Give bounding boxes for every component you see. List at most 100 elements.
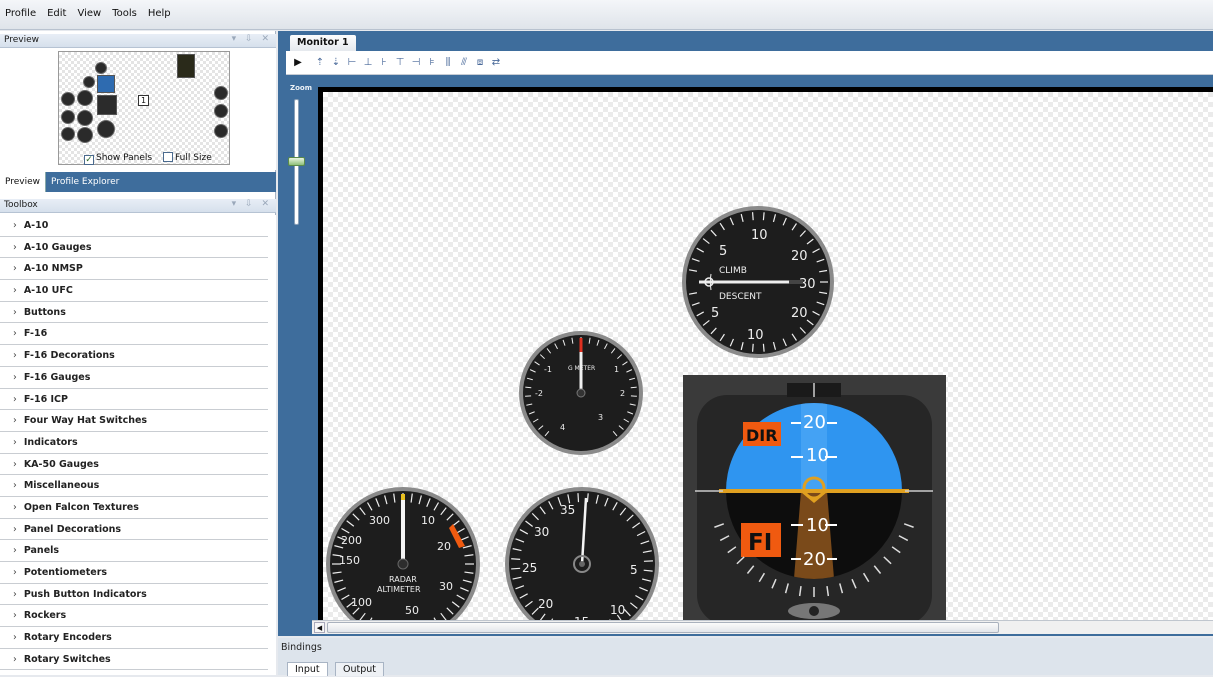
toolbox-item[interactable]: ›F-16 Decorations: [0, 345, 268, 367]
airspeed-number: 30: [534, 525, 549, 539]
toolbox-item[interactable]: ›Four Way Hat Switches: [0, 410, 268, 432]
tab-monitor-1[interactable]: Monitor 1: [290, 35, 356, 51]
toolbox-item[interactable]: ›A-10: [0, 215, 268, 237]
distribute-horizontal-icon[interactable]: ⫼: [442, 56, 454, 69]
tab-output[interactable]: Output: [335, 662, 384, 676]
toolbox-item-label: KA-50 Gauges: [24, 459, 99, 470]
toolbox-list: ›A-10›A-10 Gauges›A-10 NMSP›A-10 UFC›But…: [0, 215, 276, 675]
toolbox-item[interactable]: ›Buttons: [0, 302, 268, 324]
toolbox-item[interactable]: ›Miscellaneous: [0, 475, 268, 497]
menu-bar: ProfileEditViewToolsHelp: [0, 0, 1213, 30]
align-right-icon[interactable]: ⊣: [410, 56, 422, 69]
airspeed-gauge[interactable]: 35 30 25 20 15 10 5: [504, 486, 660, 620]
tab-preview[interactable]: Preview: [0, 172, 46, 192]
monitor-canvas[interactable]: 10 5 20 30 5 20 10 CLIMB DESCENT G: [318, 87, 1213, 620]
radar-number: 30: [439, 580, 453, 593]
align-bottom-icon[interactable]: ⊥: [362, 56, 374, 69]
radar-altimeter-gauge[interactable]: 300 10 200 20 150 100 50 30 RADAR ALTIME…: [325, 486, 481, 620]
mini-panel: [177, 54, 195, 78]
toolbox-item[interactable]: › Panel Decorations: [0, 519, 268, 541]
swap-icon[interactable]: ⇄: [490, 56, 502, 69]
show-panels-checkbox[interactable]: ✓: [84, 155, 94, 165]
tab-input[interactable]: Input: [287, 662, 328, 676]
toolbox-item[interactable]: ›F-16: [0, 323, 268, 345]
chevron-right-icon: ›: [13, 562, 17, 583]
toolbox-item[interactable]: ›Rotary Switches: [0, 649, 268, 671]
g-meter-gauge[interactable]: G METER -1 -2 1 2 4 3: [518, 330, 644, 459]
mini-gauge: [97, 120, 115, 138]
horizontal-scrollbar[interactable]: ◀: [312, 620, 1213, 634]
chevron-right-icon: ›: [13, 605, 17, 626]
toolbox-item-label: Rockers: [24, 610, 66, 621]
chevron-right-icon: ›: [13, 432, 17, 453]
align-left-icon[interactable]: ⊢: [346, 56, 358, 69]
radar-number: 20: [437, 540, 451, 553]
preview-thumbnail[interactable]: 1: [58, 51, 230, 165]
scroll-thumb[interactable]: [327, 622, 999, 633]
vvi-climb-label: CLIMB: [719, 266, 747, 276]
align-middle-icon[interactable]: ⊧: [426, 56, 438, 69]
mini-gauge: [61, 92, 75, 106]
toolbox-item[interactable]: ›Indicators: [0, 432, 268, 454]
toolbox-item[interactable]: ›A-10 NMSP: [0, 258, 268, 280]
toolbox-item-label: A-10 UFC: [24, 285, 73, 296]
chevron-right-icon: ›: [13, 280, 17, 301]
toolbox-item[interactable]: ›F-16 Gauges: [0, 367, 268, 389]
toolbox-item[interactable]: › A-10 UFC: [0, 280, 268, 302]
toolbox-item-label: Panel Decorations: [24, 524, 121, 535]
mini-gauge: [77, 110, 93, 126]
vvi-gauge[interactable]: 10 5 20 30 5 20 10 CLIMB DESCENT: [681, 205, 835, 362]
toolbox-item[interactable]: ›Three Way Toggle Switches: [0, 670, 268, 675]
adi-gauge[interactable]: DIR FI 20 10 10 20: [683, 375, 946, 620]
send-backward-icon[interactable]: ⇣: [330, 56, 342, 69]
toolbox-item[interactable]: ›A-10 Gauges: [0, 237, 268, 259]
adi-dir-label: DIR: [746, 426, 778, 445]
g-meter-number: 1: [614, 365, 619, 374]
adi-fi-label: FI: [748, 530, 772, 556]
menu-edit[interactable]: Edit: [42, 0, 72, 19]
vvi-label: 10: [747, 328, 764, 343]
vvi-descent-label: DESCENT: [719, 292, 762, 302]
toolbox-title: Toolbox: [4, 200, 38, 210]
vvi-label: 5: [719, 244, 727, 259]
menu-tools[interactable]: Tools: [107, 0, 143, 19]
play-icon[interactable]: ▶: [292, 56, 304, 69]
toolbox-item[interactable]: ›F-16 ICP: [0, 389, 268, 411]
preview-header: Preview ▾ ⇩ ✕: [0, 34, 276, 48]
chevron-right-icon: ›: [13, 215, 17, 236]
toolbox-item-label: Panels: [24, 545, 59, 556]
toolbox-item[interactable]: ›Potentiometers: [0, 562, 268, 584]
bring-forward-icon[interactable]: ⇡: [314, 56, 326, 69]
match-size-icon[interactable]: ⧈: [474, 56, 486, 69]
toolbox-item[interactable]: ›Rotary Encoders: [0, 627, 268, 649]
toolbox-item[interactable]: ›KA-50 Gauges: [0, 454, 268, 476]
toolbox-item-label: F-16: [24, 328, 47, 339]
chevron-right-icon: ›: [13, 519, 17, 540]
toolbox-item[interactable]: ›Push Button Indicators: [0, 584, 268, 606]
align-center-icon[interactable]: ⊦: [378, 56, 390, 69]
toolbox-item-label: Open Falcon Textures: [24, 502, 139, 513]
toolbox-item[interactable]: ›Open Falcon Textures: [0, 497, 268, 519]
distribute-vertical-icon[interactable]: ⫻: [458, 56, 470, 69]
editor-toolbar: ▶ ⇡ ⇣ ⊢ ⊥ ⊦ ⊤ ⊣ ⊧ ⫼ ⫻ ⧈ ⇄: [286, 51, 1213, 75]
toolbox-item[interactable]: ›Panels: [0, 540, 268, 562]
tab-profile-explorer[interactable]: Profile Explorer: [46, 172, 124, 192]
align-top-icon[interactable]: ⊤: [394, 56, 406, 69]
menu-help[interactable]: Help: [143, 0, 177, 19]
pane-controls-icon[interactable]: ▾ ⇩ ✕: [232, 199, 272, 209]
toolbox-item-label: Rotary Switches: [24, 654, 111, 665]
monitor-number-badge: 1: [138, 95, 149, 106]
zoom-slider-thumb[interactable]: [288, 157, 305, 166]
toolbox-item-label: Push Button Indicators: [24, 589, 147, 600]
radar-number: 150: [339, 554, 360, 567]
g-meter-number: -1: [544, 365, 552, 374]
airspeed-number: 10: [610, 603, 625, 617]
vvi-label: 20: [791, 306, 808, 321]
vvi-label: 10: [751, 228, 768, 243]
pane-controls-icon[interactable]: ▾ ⇩ ✕: [232, 34, 272, 44]
menu-profile[interactable]: Profile: [0, 0, 42, 19]
scroll-left-arrow-icon[interactable]: ◀: [314, 622, 325, 633]
menu-view[interactable]: View: [72, 0, 107, 19]
full-size-checkbox[interactable]: [163, 152, 173, 162]
toolbox-item[interactable]: › Rockers: [0, 605, 268, 627]
